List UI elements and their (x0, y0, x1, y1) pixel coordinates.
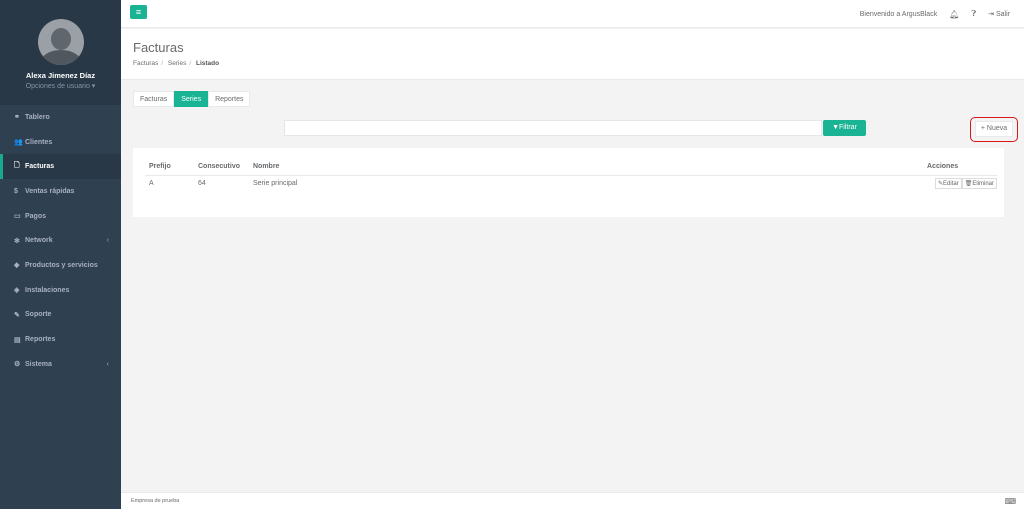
breadcrumb-facturas[interactable]: Facturas (133, 60, 158, 67)
chevron-left-icon: ‹ (106, 237, 109, 245)
tags-icon: ◆ (14, 262, 20, 270)
sidebar-item-ventas-rapidas[interactable]: $ Ventas rápidas (0, 179, 121, 204)
page-title: Facturas (133, 40, 184, 55)
page-heading: Facturas Facturas / Series / Listado (121, 29, 1024, 80)
terminal-icon[interactable]: ⌨ (1004, 493, 1016, 509)
delete-button[interactable]: 🗑︎Eliminar (961, 177, 997, 189)
tab-series[interactable]: Series (174, 91, 209, 107)
book-icon: ▤ (14, 336, 21, 344)
tools-icon: ◈ (14, 287, 20, 295)
sidebar-item-network[interactable]: ✻ Network ‹ (0, 228, 121, 253)
user-options-dropdown[interactable]: Opciones de usuario ▾ (0, 82, 121, 90)
header-consecutivo: Consecutivo (198, 158, 253, 176)
header-prefijo: Prefijo (145, 158, 198, 176)
filter-icon: ▼ (832, 124, 840, 131)
tab-reportes[interactable]: Reportes (208, 91, 251, 107)
wrench-icon: ✎ (14, 311, 20, 319)
sidebar-item-label: Soporte (25, 311, 52, 319)
sidebar-item-label: Tablero (25, 113, 50, 121)
topbar-right: Bienvenido a ArgusBlack 🔔︎ ❓︎ ⇥ Salir (860, 9, 1010, 19)
users-icon: 👥 (14, 139, 23, 147)
table-header-row: Prefijo Consecutivo Nombre Acciones (145, 158, 997, 176)
cell-nombre: Serie principal (253, 179, 298, 187)
sidebar-item-label: Ventas rápidas (25, 187, 75, 195)
breadcrumb-listado: Listado (195, 60, 220, 67)
new-series-button[interactable]: + Nueva (975, 121, 1013, 137)
sidebar-item-facturas[interactable]: 🗋 Facturas (0, 154, 121, 180)
edit-button[interactable]: ✎Editar (934, 177, 962, 189)
breadcrumb: Facturas / Series / Listado (133, 60, 220, 67)
logout-link[interactable]: ⇥ Salir (988, 10, 1010, 18)
network-icon: ✻ (14, 237, 20, 245)
table-row: A 64 Serie principal ✎Editar 🗑︎Eliminar (145, 175, 997, 191)
cell-acciones: ✎Editar 🗑︎Eliminar (927, 175, 997, 191)
profile-block: Alexa Jimenez Díaz Opciones de usuario ▾ (0, 0, 121, 105)
sidebar-nav: ⚭ Tablero 👥 Clientes 🗋 Facturas $ Ventas ráp… (0, 105, 121, 377)
cell-prefijo: A (149, 179, 154, 187)
sidebar-item-instalaciones[interactable]: ◈ Instalaciones (0, 278, 121, 303)
edit-label: Editar (943, 180, 959, 187)
sidebar-item-sistema[interactable]: ⚙ Sistema ‹ (0, 352, 121, 377)
sidebar-item-productos[interactable]: ◆ Productos y servicios (0, 253, 121, 278)
top-navbar: ≡ Bienvenido a ArgusBlack 🔔︎ ❓︎ ⇥ Salir (121, 0, 1024, 28)
breadcrumb-series[interactable]: Series (168, 60, 186, 67)
header-acciones: Acciones (927, 158, 997, 176)
new-highlight-box: + Nueva (970, 117, 1018, 142)
filter-button[interactable]: ▼Filtrar (823, 120, 866, 136)
cogs-icon: ⚙ (14, 361, 21, 369)
help-icon[interactable]: ❓︎ (971, 9, 976, 19)
avatar[interactable] (37, 19, 84, 65)
company-name: Empresa de prueba (131, 498, 180, 504)
menu-toggle-button[interactable]: ≡ (130, 5, 147, 19)
sidebar-item-pagos[interactable]: ▭ Pagos (0, 204, 121, 229)
sidebar-item-label: Sistema (25, 360, 52, 368)
sidebar-item-tablero[interactable]: ⚭ Tablero (0, 105, 121, 130)
filter-input[interactable] (284, 120, 822, 136)
sidebar-item-reportes[interactable]: ▤ Reportes (0, 327, 121, 352)
cell-consecutivo: 64 (198, 179, 206, 187)
sidebar-item-label: Pagos (25, 212, 47, 220)
profile-name: Alexa Jimenez Díaz (25, 71, 96, 80)
filter-label: Filtrar (839, 124, 857, 131)
bell-icon[interactable]: 🔔︎ (949, 10, 959, 19)
tab-facturas[interactable]: Facturas (133, 91, 175, 107)
dashboard-icon: ⚭ (14, 114, 20, 122)
file-icon: 🗋 (14, 162, 20, 170)
sign-out-icon: ⇥ (988, 11, 996, 18)
series-panel: Prefijo Consecutivo Nombre Acciones A 64… (133, 148, 1004, 217)
logout-label: Salir (995, 11, 1010, 18)
sidebar-item-soporte[interactable]: ✎ Soporte (0, 303, 121, 328)
sidebar-item-label: Instalaciones (25, 286, 70, 294)
dollar-icon: $ (14, 187, 18, 195)
sidebar-item-clientes[interactable]: 👥 Clientes (0, 130, 121, 155)
footer: Empresa de prueba ⌨ (121, 492, 1024, 509)
series-table: Prefijo Consecutivo Nombre Acciones A 64… (145, 158, 997, 191)
money-icon: ▭ (14, 213, 21, 221)
sidebar-item-label: Network (25, 237, 53, 245)
main-content: Facturas Series Reportes ▼Filtrar + Nuev… (121, 80, 1024, 492)
tabs: Facturas Series Reportes (133, 91, 251, 107)
sidebar: Alexa Jimenez Díaz Opciones de usuario ▾… (0, 0, 121, 509)
sidebar-item-label: Reportes (25, 336, 56, 344)
sidebar-item-label: Clientes (25, 138, 53, 146)
chevron-left-icon: ‹ (106, 360, 109, 368)
header-nombre: Nombre (253, 158, 927, 176)
delete-label: Eliminar (972, 180, 994, 187)
sidebar-item-label: Facturas (25, 163, 55, 171)
welcome-text: Bienvenido a ArgusBlack (859, 10, 938, 18)
sidebar-item-label: Productos y servicios (25, 261, 98, 269)
